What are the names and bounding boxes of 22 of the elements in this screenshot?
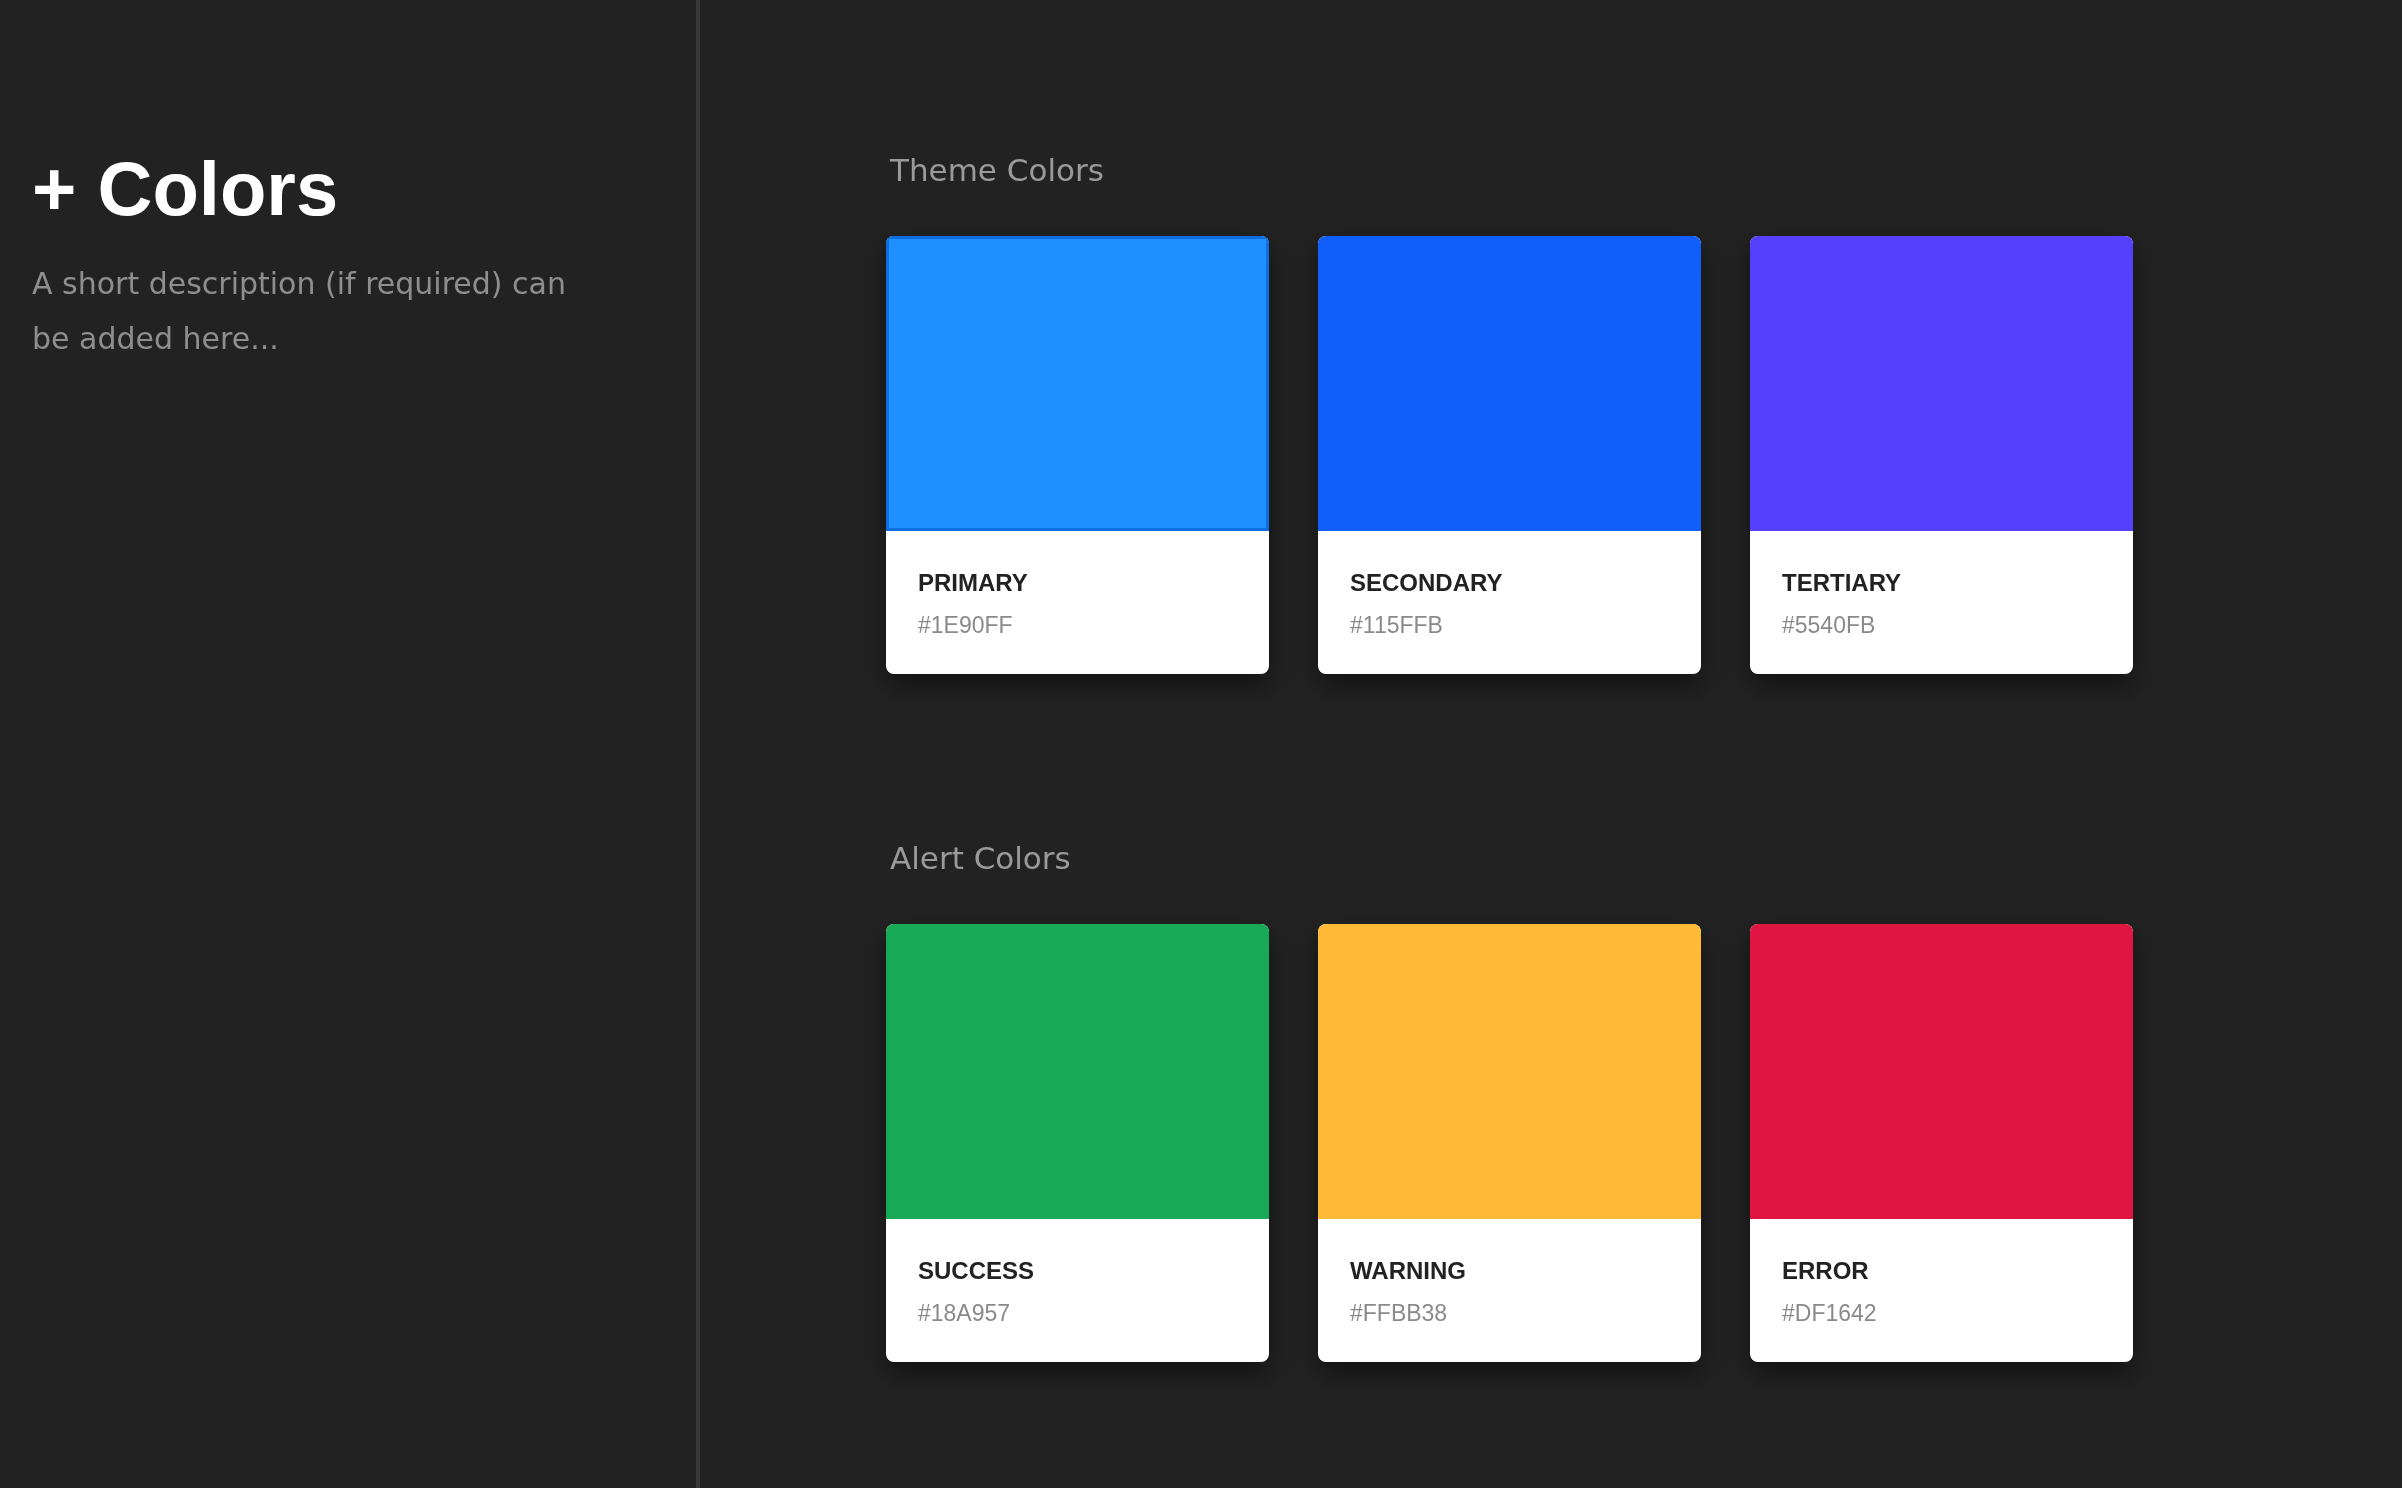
hex-code: #DF1642 bbox=[1782, 1299, 1878, 1328]
hex-code: #5540FB bbox=[1782, 611, 1877, 640]
color-card[interactable]: SECONDARY #115FFB bbox=[1318, 236, 1701, 674]
color-card[interactable]: SUCCESS #18A957 bbox=[886, 924, 1269, 1362]
hex-code: #18A957 bbox=[918, 1299, 1012, 1328]
hex-code: #FFBB38 bbox=[1350, 1299, 1449, 1328]
hex-code: #115FFB bbox=[1350, 611, 1444, 640]
section-heading: Alert Colors bbox=[890, 839, 1072, 878]
color-card[interactable]: PRIMARY #1E90FF bbox=[886, 236, 1269, 674]
color-name: SECONDARY bbox=[1350, 568, 1504, 598]
color-card[interactable]: ERROR #DF1642 bbox=[1750, 924, 2133, 1362]
color-name: SUCCESS bbox=[918, 1256, 1036, 1286]
color-card[interactable]: WARNING #FFBB38 bbox=[1318, 924, 1701, 1362]
color-name: PRIMARY bbox=[918, 568, 1029, 598]
description-text: A short description (if required) can be added here... bbox=[32, 265, 567, 358]
color-name: WARNING bbox=[1350, 1256, 1467, 1286]
section-heading: Theme Colors bbox=[890, 151, 1105, 190]
page-title: + Colors bbox=[32, 148, 340, 230]
hex-code: #1E90FF bbox=[918, 611, 1014, 640]
color-name: ERROR bbox=[1782, 1256, 1870, 1286]
color-card[interactable]: TERTIARY #5540FB bbox=[1750, 236, 2133, 674]
color-name: TERTIARY bbox=[1782, 568, 1903, 598]
